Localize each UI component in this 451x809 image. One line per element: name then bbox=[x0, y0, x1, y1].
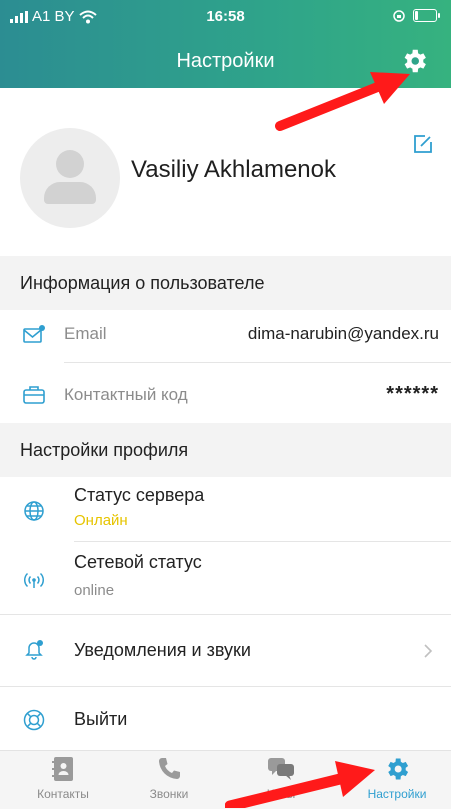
avatar[interactable] bbox=[20, 128, 120, 228]
gear-icon[interactable] bbox=[399, 46, 429, 76]
battery-icon bbox=[413, 9, 440, 22]
email-row[interactable]: Email dima-narubin@yandex.ru bbox=[0, 310, 451, 360]
divider bbox=[0, 614, 451, 615]
profile-card: Vasiliy Akhlamenok bbox=[0, 88, 451, 248]
tab-contacts[interactable]: Контакты bbox=[18, 751, 108, 809]
divider bbox=[64, 362, 451, 363]
user-name: Vasiliy Akhlamenok bbox=[131, 156, 336, 183]
tab-settings-label: Настройки bbox=[367, 787, 427, 801]
server-status-value: Онлайн bbox=[74, 512, 128, 529]
tab-chats-label: Чаты bbox=[266, 787, 296, 801]
contacts-book-icon bbox=[52, 757, 73, 781]
notifications-label: Уведомления и звуки bbox=[74, 640, 251, 660]
server-status-row[interactable]: Статус сервера Онлайн bbox=[0, 477, 451, 541]
profile-settings-section-header: Настройки профиля bbox=[0, 423, 451, 477]
orientation-lock-icon bbox=[393, 9, 405, 22]
briefcase-icon bbox=[23, 386, 45, 404]
phone-icon bbox=[159, 758, 180, 779]
tab-chats[interactable]: Чаты bbox=[236, 751, 326, 809]
tab-bar: Контакты Звонки Чаты Настройки bbox=[0, 750, 451, 809]
chat-bubbles-icon bbox=[268, 758, 294, 780]
email-label: Email bbox=[64, 324, 107, 343]
page-title: Настройки bbox=[176, 50, 275, 72]
chevron-right-icon bbox=[424, 644, 433, 658]
status-bar: A1 BY 16:58 bbox=[0, 6, 451, 26]
edit-icon[interactable] bbox=[412, 133, 434, 155]
contact-code-row[interactable]: Контактный код ****** bbox=[0, 365, 451, 423]
tab-settings[interactable]: Настройки bbox=[352, 751, 442, 809]
user-info-section-header: Информация о пользователе bbox=[0, 256, 451, 310]
tab-calls-label: Звонки bbox=[149, 787, 189, 801]
mail-icon bbox=[23, 325, 45, 343]
divider bbox=[0, 686, 451, 687]
globe-icon bbox=[24, 501, 44, 521]
tab-calls[interactable]: Звонки bbox=[124, 751, 214, 809]
tab-contacts-label: Контакты bbox=[37, 787, 89, 801]
gear-icon bbox=[388, 758, 409, 780]
lifebuoy-icon bbox=[23, 709, 45, 731]
server-status-label: Статус сервера bbox=[74, 485, 205, 505]
logout-label: Выйти bbox=[74, 709, 128, 729]
bell-icon bbox=[25, 640, 43, 660]
notifications-row[interactable]: Уведомления и звуки bbox=[0, 616, 451, 686]
logout-row[interactable]: Выйти bbox=[0, 688, 451, 748]
contact-code-label: Контактный код bbox=[64, 385, 188, 404]
network-status-row[interactable]: Сетевой статус online bbox=[0, 542, 451, 612]
network-status-value: online bbox=[74, 582, 115, 599]
status-time: 16:58 bbox=[206, 8, 245, 25]
contact-code-value: ****** bbox=[386, 383, 439, 405]
antenna-icon bbox=[23, 572, 45, 588]
app-header: A1 BY 16:58 Настройки bbox=[0, 0, 451, 88]
email-value: dima-narubin@yandex.ru bbox=[247, 324, 439, 343]
network-status-label: Сетевой статус bbox=[74, 552, 202, 572]
